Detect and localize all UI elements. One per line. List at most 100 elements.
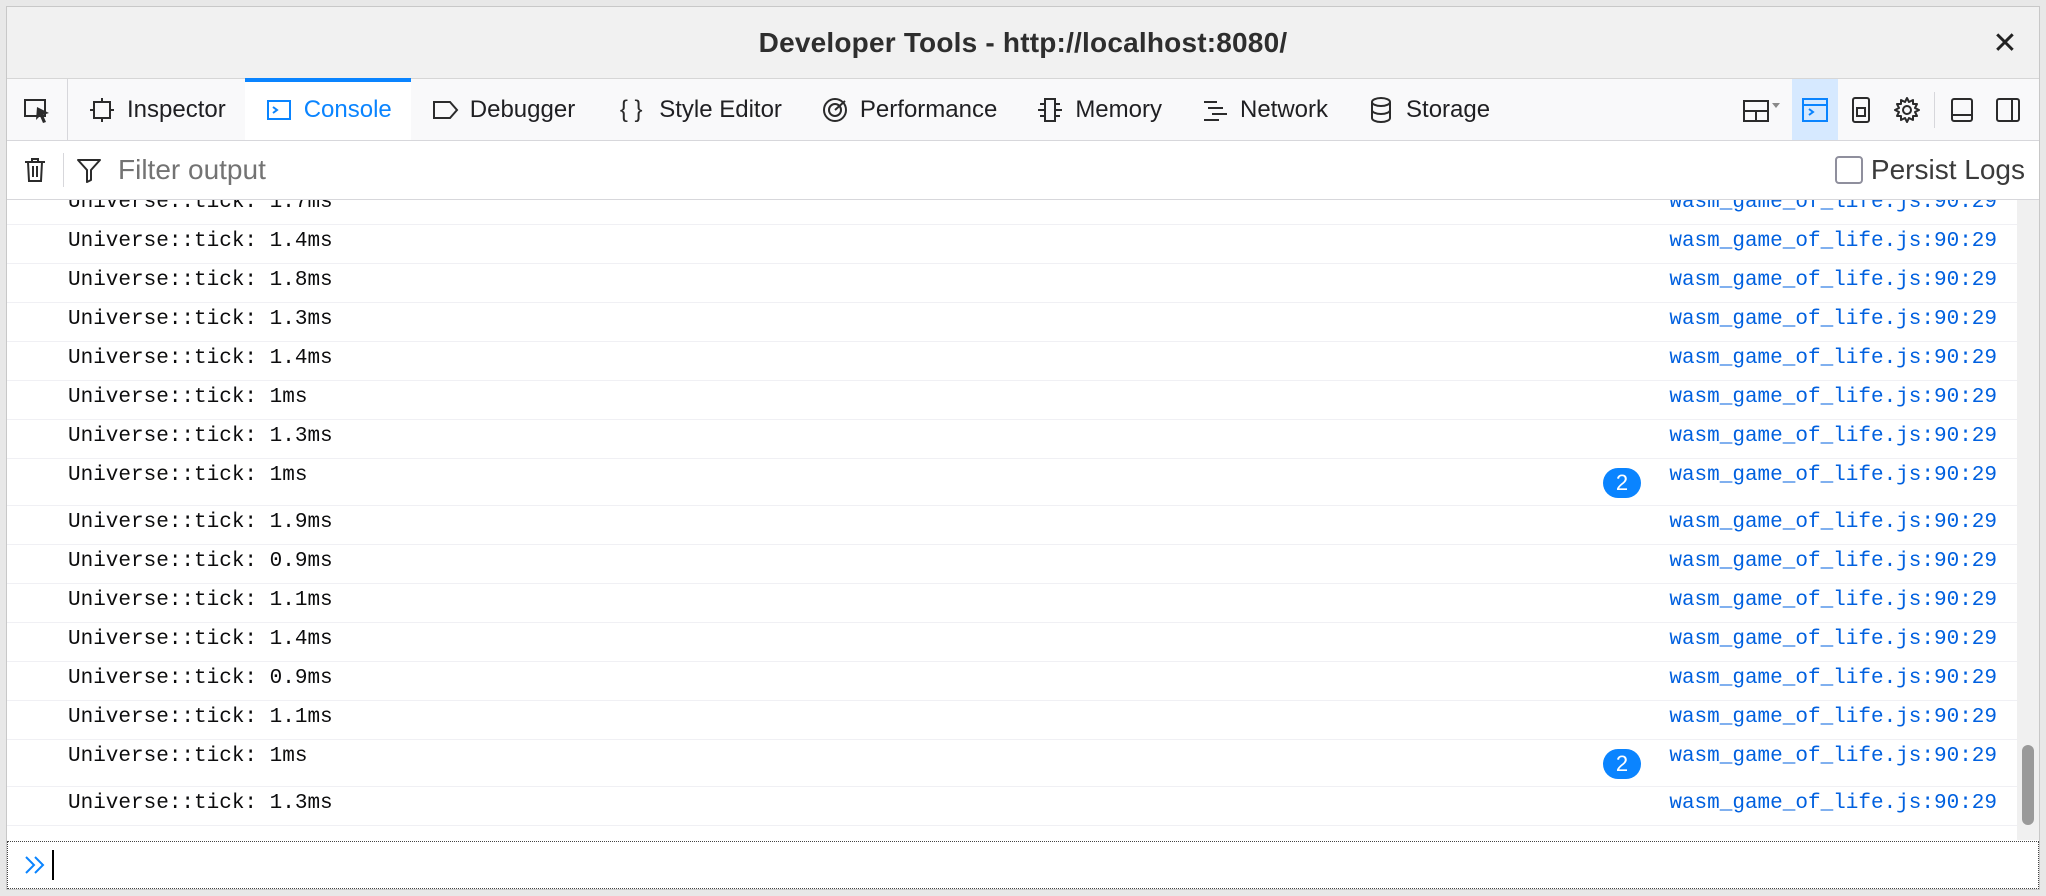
close-button[interactable]: ✕ bbox=[1987, 25, 2023, 61]
console-message-row: Universe::tick: 1.3ms wasm_game_of_life.j… bbox=[7, 786, 2017, 826]
console-message-row: Universe::tick: 1.1ms wasm_game_of_life.j… bbox=[7, 700, 2017, 740]
message-source-link[interactable]: wasm_game_of_life.js:90:29 bbox=[1669, 667, 1997, 690]
tab-storage[interactable]: Storage bbox=[1347, 79, 1509, 140]
message-text: Universe::tick: 1ms bbox=[68, 464, 308, 487]
console-message-row: Universe::tick: 1ms 2 wasm_game_of_life.js… bbox=[7, 739, 2017, 787]
message-text: Universe::tick: 1ms bbox=[68, 745, 308, 768]
toolbar-separator bbox=[1934, 91, 1935, 128]
dock-bottom-button[interactable] bbox=[1939, 79, 1985, 140]
console-message-row: Universe::tick: 1.9ms wasm_game_of_life.j… bbox=[7, 505, 2017, 545]
console-message-row: Universe::tick: 1.4ms wasm_game_of_life.j… bbox=[7, 341, 2017, 381]
console-message-row: Universe::tick: 1.4ms wasm_game_of_life.j… bbox=[7, 622, 2017, 662]
trash-icon bbox=[25, 158, 45, 182]
console-filter-bar: Persist Logs bbox=[7, 141, 2039, 200]
console-message-row: Universe::tick: 0.9ms wasm_game_of_life.j… bbox=[7, 544, 2017, 584]
frames-icon bbox=[1743, 99, 1780, 122]
tab-network[interactable]: Network bbox=[1181, 79, 1347, 140]
tab-memory[interactable]: Memory bbox=[1016, 79, 1181, 140]
message-text: Universe::tick: 1.1ms bbox=[68, 589, 333, 612]
console-message-row: Universe::tick: 1.4ms wasm_game_of_life.j… bbox=[7, 224, 2017, 264]
network-icon bbox=[1200, 95, 1230, 125]
filter-icon bbox=[64, 141, 114, 199]
tab-label: Debugger bbox=[469, 95, 576, 123]
message-text: Universe::tick: 1.1ms bbox=[68, 706, 333, 729]
console-output: Universe::tick: 1.7mswasm_game_of_life.j… bbox=[7, 200, 2039, 840]
persist-logs-toggle[interactable]: Persist Logs bbox=[1834, 154, 2025, 186]
settings-button[interactable] bbox=[1884, 79, 1930, 140]
message-source-link[interactable]: wasm_game_of_life.js:90:29 bbox=[1669, 745, 1997, 768]
message-text: Universe::tick: 1.8ms bbox=[68, 269, 333, 292]
clear-console-button[interactable] bbox=[7, 141, 63, 199]
message-text: Universe::tick: 1.4ms bbox=[68, 628, 333, 651]
tab-debugger[interactable]: Debugger bbox=[411, 79, 594, 140]
window-title: Developer Tools - http://localhost:8080/ bbox=[758, 26, 1288, 58]
tab-inspector[interactable]: Inspector bbox=[68, 79, 245, 140]
message-source-link[interactable]: wasm_game_of_life.js:90:29 bbox=[1669, 386, 1997, 409]
message-source-link[interactable]: wasm_game_of_life.js:90:29 bbox=[1669, 706, 1997, 729]
performance-icon bbox=[820, 95, 850, 125]
output-scrollbar[interactable] bbox=[2017, 200, 2039, 840]
memory-icon bbox=[1035, 95, 1065, 125]
message-text: Universe::tick: 0.9ms bbox=[68, 550, 333, 573]
message-text: Universe::tick: 1ms bbox=[68, 386, 308, 409]
console-message-row: Universe::tick: 1.7ms wasm_game_of_life.j… bbox=[7, 200, 2017, 225]
prompt-icon bbox=[16, 852, 50, 878]
message-source-link[interactable]: wasm_game_of_life.js:90:29 bbox=[1669, 308, 1997, 331]
tab-performance[interactable]: Performance bbox=[801, 79, 1016, 140]
gear-icon bbox=[1894, 96, 1920, 123]
dock-side-icon bbox=[1996, 97, 2020, 122]
dock-side-button[interactable] bbox=[1985, 79, 2031, 140]
message-text: Universe::tick: 1.4ms bbox=[68, 230, 333, 253]
message-text: Universe::tick: 1.3ms bbox=[68, 425, 333, 448]
console-message-row: Universe::tick: 1.1ms wasm_game_of_life.j… bbox=[7, 583, 2017, 623]
dock-bottom-icon bbox=[1951, 97, 1973, 122]
repeat-count-badge: 2 bbox=[1603, 468, 1641, 498]
split-console-icon bbox=[1802, 97, 1828, 122]
tab-label: Console bbox=[303, 95, 392, 123]
tab-label: Style Editor bbox=[659, 95, 782, 123]
tab-label: Network bbox=[1239, 95, 1329, 123]
persist-logs-checkbox[interactable] bbox=[1834, 156, 1863, 184]
devtools-toolbar: Inspector Console Debugger {} Style Edi… bbox=[7, 78, 2039, 141]
frame-selector-button[interactable] bbox=[1732, 79, 1792, 140]
js-input[interactable] bbox=[54, 844, 2038, 886]
message-text: Universe::tick: 1.7ms bbox=[68, 200, 333, 214]
inspector-icon bbox=[87, 95, 117, 125]
debugger-icon bbox=[430, 95, 460, 125]
console-message-row: Universe::tick: 0.9ms wasm_game_of_life.j… bbox=[7, 661, 2017, 701]
style-editor-icon: { } bbox=[619, 95, 643, 123]
responsive-design-icon bbox=[1852, 96, 1870, 123]
message-source-link[interactable]: wasm_game_of_life.js:90:29 bbox=[1669, 464, 1997, 487]
tab-label: Performance bbox=[859, 95, 998, 123]
message-source-link[interactable]: wasm_game_of_life.js:90:29 bbox=[1669, 589, 1997, 612]
split-console-button[interactable] bbox=[1792, 79, 1838, 140]
message-source-link[interactable]: wasm_game_of_life.js:90:29 bbox=[1669, 230, 1997, 253]
message-source-link[interactable]: wasm_game_of_life.js:90:29 bbox=[1669, 347, 1997, 370]
tab-label: Storage bbox=[1406, 95, 1491, 123]
filter-output-input[interactable] bbox=[114, 148, 1835, 192]
message-text: Universe::tick: 1.3ms bbox=[68, 308, 333, 331]
message-source-link[interactable]: wasm_game_of_life.js:90:29 bbox=[1669, 269, 1997, 292]
tool-tabs: Inspector Console Debugger {} Style Edi… bbox=[68, 78, 1509, 140]
message-source-link[interactable]: wasm_game_of_life.js:90:29 bbox=[1669, 628, 1997, 651]
message-source-link[interactable]: wasm_game_of_life.js:90:29 bbox=[1669, 200, 1997, 214]
element-picker-icon bbox=[24, 98, 49, 123]
toolbar-right-controls bbox=[1732, 79, 2039, 140]
responsive-design-button[interactable] bbox=[1838, 79, 1884, 140]
tab-label: Memory bbox=[1075, 95, 1162, 123]
element-picker-button[interactable] bbox=[7, 79, 68, 140]
message-source-link[interactable]: wasm_game_of_life.js:90:29 bbox=[1669, 550, 1997, 573]
tab-console[interactable]: Console bbox=[244, 78, 411, 140]
message-source-link[interactable]: wasm_game_of_life.js:90:29 bbox=[1669, 425, 1997, 448]
message-source-link[interactable]: wasm_game_of_life.js:90:29 bbox=[1669, 511, 1997, 534]
console-message-row: Universe::tick: 1.8ms wasm_game_of_life.j… bbox=[7, 263, 2017, 303]
message-text: Universe::tick: 1.3ms bbox=[68, 792, 333, 815]
devtools-window: Developer Tools - http://localhost:8080/… bbox=[6, 6, 2040, 890]
console-icon bbox=[264, 95, 294, 125]
tab-label: Inspector bbox=[127, 95, 226, 123]
tab-style-editor[interactable]: { } Style Editor bbox=[594, 79, 801, 140]
message-source-link[interactable]: wasm_game_of_life.js:90:29 bbox=[1669, 792, 1997, 815]
console-message-row: Universe::tick: 1.3ms wasm_game_of_life.j… bbox=[7, 419, 2017, 459]
storage-icon bbox=[1366, 95, 1396, 125]
scrollbar-thumb[interactable] bbox=[2022, 745, 2034, 825]
